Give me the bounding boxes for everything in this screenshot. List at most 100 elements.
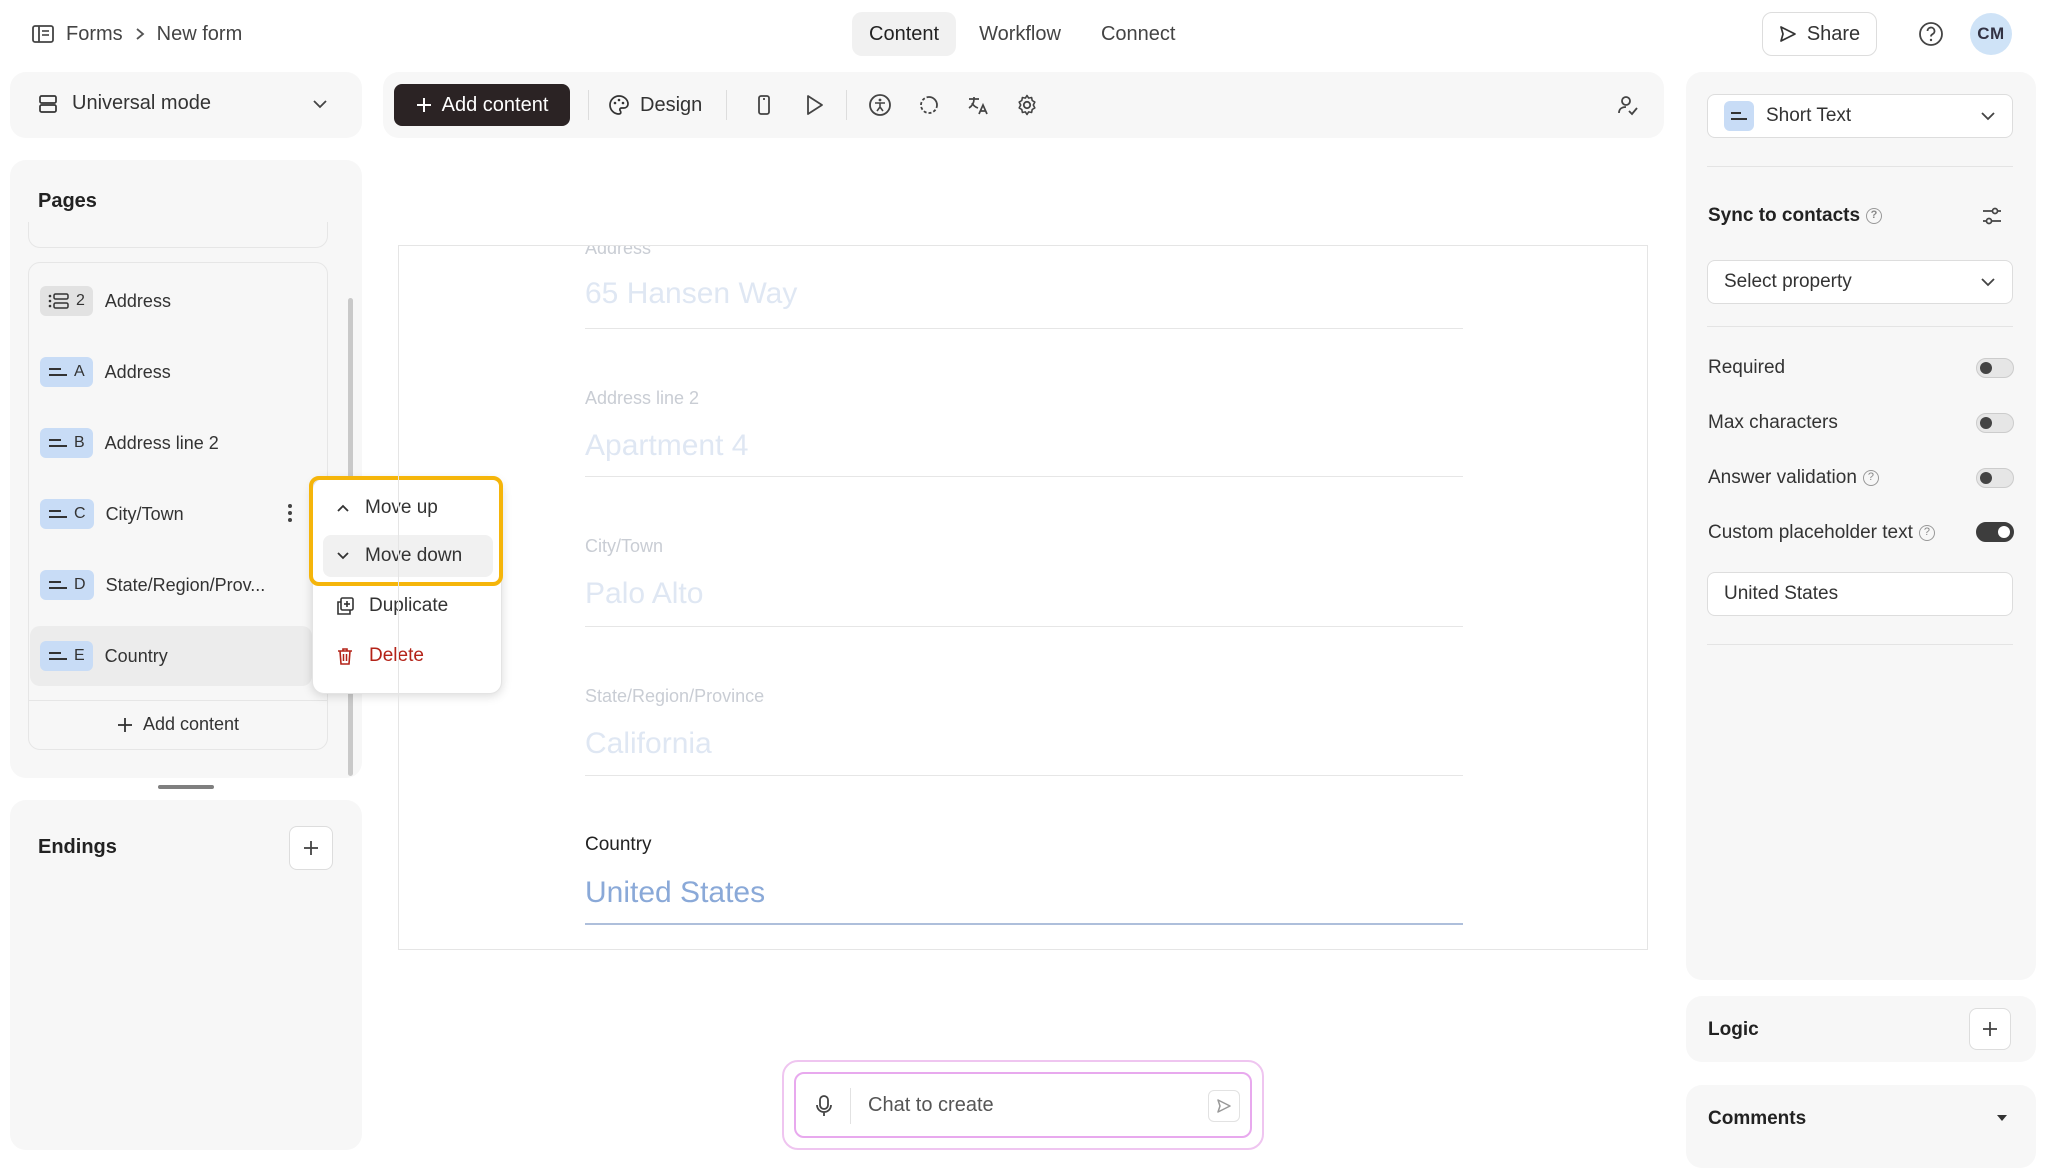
placeholder-input[interactable]: United States: [1707, 572, 2013, 616]
user-check-icon[interactable]: [1616, 93, 1640, 117]
page-item-label: Country: [104, 645, 168, 666]
logic-title: Logic: [1708, 1019, 1759, 1040]
help-icon[interactable]: ?: [1866, 207, 1883, 224]
field-underline: [585, 923, 1463, 925]
page-item-city-town[interactable]: C City/Town: [30, 484, 314, 544]
tab-content[interactable]: Content: [852, 12, 957, 56]
mobile-preview-icon[interactable]: [752, 93, 776, 117]
loading-icon[interactable]: [917, 93, 941, 117]
custom-placeholder-toggle[interactable]: [1976, 522, 2014, 542]
field-underline: [585, 626, 1463, 627]
short-text-icon: [48, 509, 68, 519]
translate-icon[interactable]: [966, 93, 990, 117]
settings-divider: [1707, 644, 2013, 645]
form-field-address-line-2[interactable]: Address line 2 Apartment 4: [585, 388, 1463, 477]
toolbar-divider: [726, 90, 727, 120]
chat-placeholder: Chat to create: [868, 1094, 994, 1116]
plus-icon: [302, 839, 320, 857]
breadcrumb-current[interactable]: New form: [157, 23, 243, 46]
add-content-label: Add content: [441, 93, 549, 116]
breadcrumb: Forms New form: [32, 18, 242, 50]
form-field-city-town[interactable]: City/Town Palo Alto: [585, 536, 1463, 627]
required-label: Required: [1708, 357, 1786, 378]
microphone-icon[interactable]: [814, 1094, 834, 1118]
page-badge: 2: [40, 286, 93, 316]
form-canvas: Address 65 Hansen Way Address line 2 Apa…: [398, 245, 1648, 950]
page-badge: A: [40, 357, 93, 387]
add-logic-button[interactable]: [1969, 1008, 2011, 1050]
avatar[interactable]: CM: [1970, 13, 2012, 55]
select-property-dropdown[interactable]: Select property: [1707, 260, 2013, 304]
field-underline: [585, 328, 1463, 329]
plus-icon: [416, 97, 432, 113]
page-badge: E: [40, 641, 93, 671]
palette-icon: [608, 94, 630, 116]
tab-workflow[interactable]: Workflow: [962, 12, 1078, 56]
field-value: United States: [585, 876, 766, 909]
chat-divider: [850, 1088, 851, 1124]
endings-title: Endings: [38, 836, 117, 858]
short-text-icon: [48, 438, 68, 448]
layout-icon: [38, 94, 58, 114]
page-item-country[interactable]: E Country: [30, 626, 312, 686]
field-value: Apartment 4: [585, 429, 749, 462]
chat-input[interactable]: Chat to create: [794, 1072, 1252, 1138]
field-type-select[interactable]: Short Text: [1707, 94, 2013, 138]
mode-selector[interactable]: Universal mode: [10, 72, 362, 138]
short-text-icon: [48, 580, 68, 590]
sync-contacts-title: Sync to contacts?: [1708, 205, 1883, 227]
help-icon[interactable]: ?: [1862, 469, 1879, 486]
answer-validation-label: Answer validation?: [1708, 467, 1879, 489]
page-item-label: Address: [104, 361, 171, 382]
answer-validation-toggle[interactable]: [1976, 468, 2014, 488]
send-icon[interactable]: [1208, 1090, 1240, 1122]
plus-icon: [1981, 1020, 1999, 1038]
chevron-down-icon: [1980, 110, 1996, 122]
field-label: State/Region/Province: [585, 686, 765, 706]
duplicate-icon: [335, 596, 355, 616]
page-item-label: Address: [104, 290, 171, 311]
short-text-icon: [48, 367, 68, 377]
design-button[interactable]: Design: [608, 84, 702, 126]
page-badge: D: [40, 570, 94, 600]
sliders-icon[interactable]: [1980, 204, 2004, 228]
form-field-state-region[interactable]: State/Region/Province California: [585, 686, 1463, 776]
max-characters-toggle[interactable]: [1976, 413, 2014, 433]
field-underline: [585, 476, 1463, 477]
page-item-label: Address line 2: [104, 432, 219, 453]
mode-label: Universal mode: [72, 92, 211, 114]
accessibility-icon[interactable]: [868, 93, 892, 117]
more-options-icon[interactable]: [286, 502, 294, 524]
add-content-link[interactable]: Add content: [28, 700, 328, 748]
page-item-address[interactable]: A Address: [30, 342, 314, 402]
page-item-address-group[interactable]: 2 Address: [30, 271, 314, 331]
share-button[interactable]: Share: [1762, 12, 1877, 56]
toolbar-divider: [588, 90, 589, 120]
comments-title: Comments: [1708, 1108, 1807, 1129]
page-item-state-region[interactable]: D State/Region/Prov...: [30, 555, 314, 615]
help-icon[interactable]: [1917, 20, 1945, 48]
form-field-address[interactable]: Address 65 Hansen Way: [585, 246, 1463, 329]
required-toggle[interactable]: [1976, 358, 2014, 378]
play-icon[interactable]: [802, 93, 826, 117]
page-item-label: State/Region/Prov...: [105, 574, 266, 595]
form-field-country[interactable]: Country United States: [585, 834, 1463, 925]
settings-divider: [1707, 326, 2013, 327]
caret-down-icon[interactable]: [1995, 1113, 2009, 1123]
chevron-down-icon: [1980, 276, 1996, 288]
tab-connect[interactable]: Connect: [1084, 12, 1193, 56]
field-value: California: [585, 727, 712, 760]
field-underline: [585, 775, 1463, 776]
send-icon: [1779, 25, 1797, 43]
add-ending-button[interactable]: [289, 826, 333, 870]
add-content-button[interactable]: Add content: [394, 84, 570, 126]
page-item-address-line-2[interactable]: B Address line 2: [30, 413, 314, 473]
field-label: Country: [585, 834, 652, 855]
help-icon[interactable]: ?: [1918, 524, 1935, 541]
gear-icon[interactable]: [1015, 93, 1039, 117]
add-content-label: Add content: [142, 714, 240, 734]
short-text-icon: [1724, 101, 1754, 131]
chevron-right-icon: [135, 27, 145, 41]
breadcrumb-forms-link[interactable]: Forms: [66, 23, 123, 46]
resize-handle[interactable]: [158, 785, 214, 789]
